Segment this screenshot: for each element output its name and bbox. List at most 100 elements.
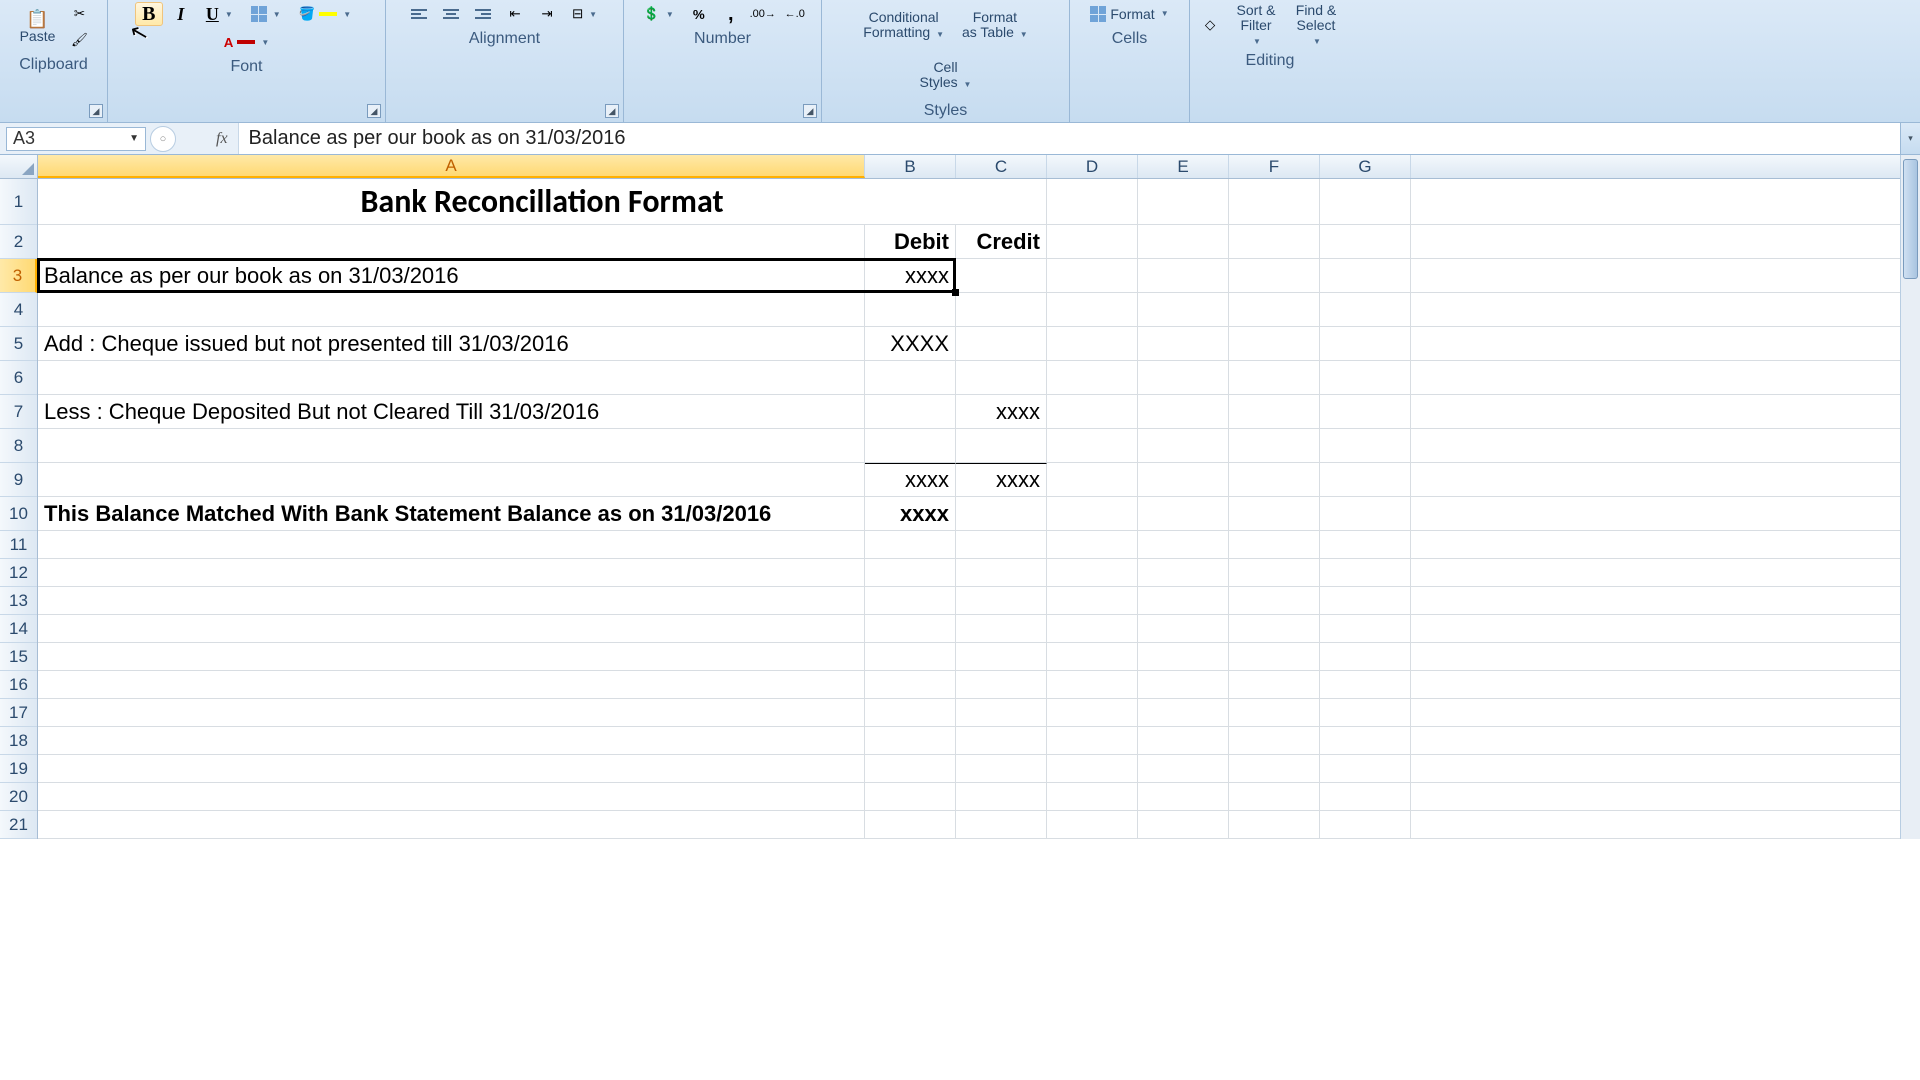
cell-D8[interactable] [1047, 429, 1138, 462]
cell-D14[interactable] [1047, 615, 1138, 642]
cell-B2[interactable]: Debit [865, 225, 956, 258]
cell-C5[interactable] [956, 327, 1047, 360]
cell-G4[interactable] [1320, 293, 1411, 326]
cell-F2[interactable] [1229, 225, 1320, 258]
cell-F8[interactable] [1229, 429, 1320, 462]
cell-A2[interactable] [38, 225, 865, 258]
decrease-decimal-button[interactable]: ←.0 [781, 2, 809, 26]
cell-E10[interactable] [1138, 497, 1229, 530]
cells-area[interactable]: Bank Reconcillation FormatDebitCredit Bal… [38, 179, 1920, 839]
cell-B20[interactable] [865, 783, 956, 810]
cell-C21[interactable] [956, 811, 1047, 838]
bold-button[interactable]: B [135, 2, 163, 26]
percent-button[interactable]: % [685, 2, 713, 26]
column-header-E[interactable]: E [1138, 155, 1229, 178]
clear-button[interactable]: ◇ [1196, 13, 1224, 37]
cell-G11[interactable] [1320, 531, 1411, 558]
row-header-1[interactable]: 1 [0, 179, 37, 225]
row-header-12[interactable]: 12 [0, 559, 37, 587]
align-left-button[interactable] [405, 2, 433, 26]
increase-indent-button[interactable]: ⇥ [533, 2, 561, 26]
cell-C12[interactable] [956, 559, 1047, 586]
cell-E20[interactable] [1138, 783, 1229, 810]
sort-filter-button[interactable]: Sort &Filter ▼ [1228, 2, 1284, 48]
cell-G20[interactable] [1320, 783, 1411, 810]
cell-F5[interactable] [1229, 327, 1320, 360]
cell-A11[interactable] [38, 531, 865, 558]
fill-color-button[interactable]: 🪣▼ [292, 2, 359, 26]
borders-button[interactable]: ▼ [244, 2, 288, 26]
cell-A10[interactable]: This Balance Matched With Bank Statement… [38, 497, 865, 530]
cell-F19[interactable] [1229, 755, 1320, 782]
cell-G17[interactable] [1320, 699, 1411, 726]
cell-E21[interactable] [1138, 811, 1229, 838]
cell-F15[interactable] [1229, 643, 1320, 670]
cell-E1[interactable] [1138, 179, 1229, 224]
cell-C2[interactable]: Credit [956, 225, 1047, 258]
cell-D12[interactable] [1047, 559, 1138, 586]
cell-B9[interactable]: xxxx [865, 463, 956, 496]
cell-F10[interactable] [1229, 497, 1320, 530]
scroll-thumb[interactable] [1903, 159, 1918, 279]
format-painter-button[interactable]: 🖌 [66, 28, 94, 52]
cell-B11[interactable] [865, 531, 956, 558]
cell-B16[interactable] [865, 671, 956, 698]
cell-F9[interactable] [1229, 463, 1320, 496]
fill-handle[interactable] [952, 289, 959, 296]
cell-C20[interactable] [956, 783, 1047, 810]
cell-F12[interactable] [1229, 559, 1320, 586]
cell-F6[interactable] [1229, 361, 1320, 394]
column-header-F[interactable]: F [1229, 155, 1320, 178]
cell-D13[interactable] [1047, 587, 1138, 614]
cell-C10[interactable] [956, 497, 1047, 530]
cell-C19[interactable] [956, 755, 1047, 782]
cell-C15[interactable] [956, 643, 1047, 670]
align-center-button[interactable] [437, 2, 465, 26]
font-launcher[interactable]: ◢ [367, 104, 381, 118]
cell-A21[interactable] [38, 811, 865, 838]
row-header-14[interactable]: 14 [0, 615, 37, 643]
cell-B15[interactable] [865, 643, 956, 670]
cell-E19[interactable] [1138, 755, 1229, 782]
cell-B6[interactable] [865, 361, 956, 394]
name-box[interactable]: A3 ▼ [6, 127, 146, 151]
cell-C8[interactable] [956, 429, 1047, 462]
merge-center-button[interactable]: ⊟▼ [565, 2, 604, 26]
column-header-G[interactable]: G [1320, 155, 1411, 178]
cell-E16[interactable] [1138, 671, 1229, 698]
cell-G19[interactable] [1320, 755, 1411, 782]
cell-C16[interactable] [956, 671, 1047, 698]
cell-styles-button[interactable]: CellStyles ▼ [913, 52, 979, 98]
cell-B7[interactable] [865, 395, 956, 428]
cell-F16[interactable] [1229, 671, 1320, 698]
vertical-scrollbar[interactable] [1900, 155, 1920, 839]
cell-D7[interactable] [1047, 395, 1138, 428]
cell-G7[interactable] [1320, 395, 1411, 428]
cell-D1[interactable] [1047, 179, 1138, 224]
cell-A1[interactable]: Bank Reconcillation Format [38, 179, 1047, 224]
column-header-B[interactable]: B [865, 155, 956, 178]
row-header-15[interactable]: 15 [0, 643, 37, 671]
cell-D9[interactable] [1047, 463, 1138, 496]
align-right-button[interactable] [469, 2, 497, 26]
cell-A3[interactable]: Balance as per our book as on 31/03/2016 [38, 259, 865, 292]
formula-bar[interactable]: Balance as per our book as on 31/03/2016 [238, 123, 1900, 154]
cell-C14[interactable] [956, 615, 1047, 642]
cell-A19[interactable] [38, 755, 865, 782]
cell-C17[interactable] [956, 699, 1047, 726]
cell-D21[interactable] [1047, 811, 1138, 838]
cell-F20[interactable] [1229, 783, 1320, 810]
cell-G3[interactable] [1320, 259, 1411, 292]
cell-G10[interactable] [1320, 497, 1411, 530]
cell-D16[interactable] [1047, 671, 1138, 698]
find-select-button[interactable]: Find &Select ▼ [1288, 2, 1344, 48]
cell-F11[interactable] [1229, 531, 1320, 558]
cell-B8[interactable] [865, 429, 956, 462]
cell-E9[interactable] [1138, 463, 1229, 496]
cell-F7[interactable] [1229, 395, 1320, 428]
row-header-17[interactable]: 17 [0, 699, 37, 727]
cell-A17[interactable] [38, 699, 865, 726]
cell-B13[interactable] [865, 587, 956, 614]
cell-G5[interactable] [1320, 327, 1411, 360]
row-header-4[interactable]: 4 [0, 293, 37, 327]
